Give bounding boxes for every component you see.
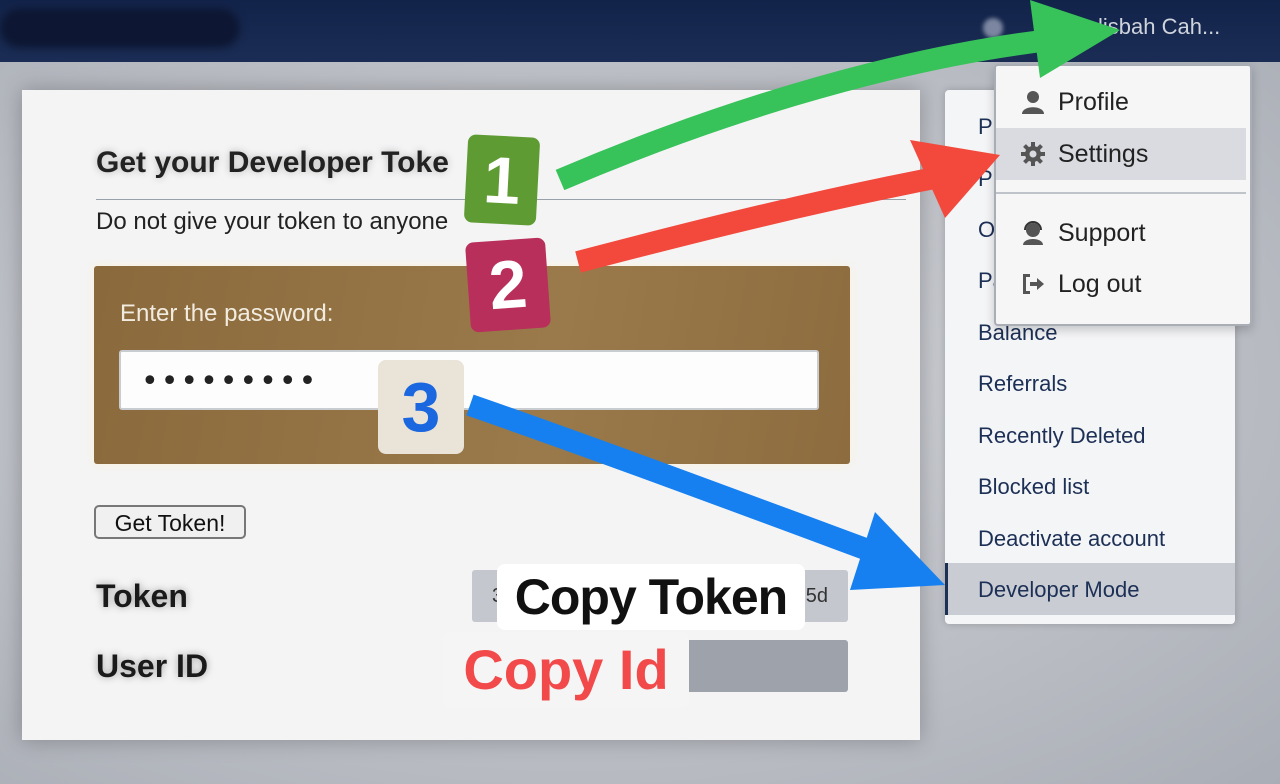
copy-token-label[interactable]: Copy Token bbox=[497, 564, 805, 630]
step-2-badge: 2 bbox=[464, 237, 552, 333]
red-arrow-shaft bbox=[575, 164, 953, 273]
blue-arrow-head bbox=[850, 512, 945, 590]
blue-arrow-shaft bbox=[466, 394, 899, 571]
step-1-badge: 1 bbox=[463, 134, 541, 226]
copy-id-label[interactable]: Copy Id bbox=[443, 632, 689, 708]
step-3-badge: 3 bbox=[378, 360, 464, 454]
green-arrow-head bbox=[1030, 0, 1120, 78]
